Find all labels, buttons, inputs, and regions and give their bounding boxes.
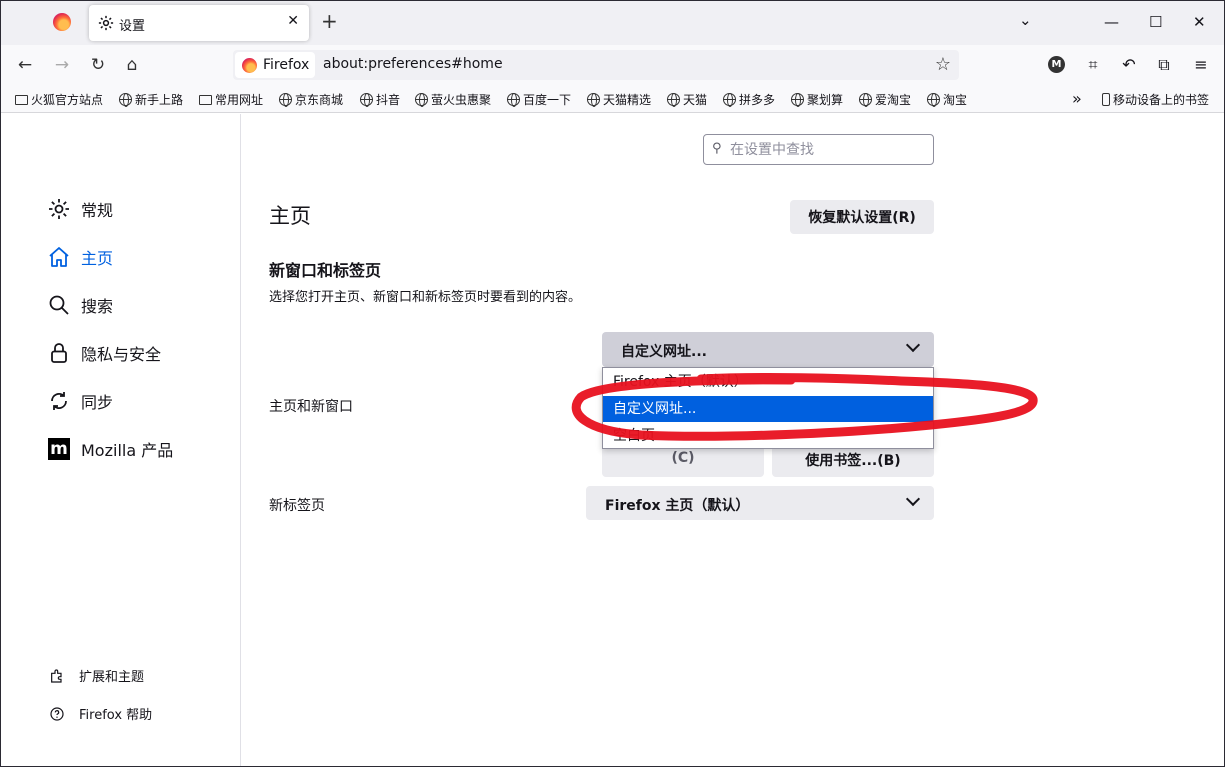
- url-text[interactable]: about:preferences#home: [323, 56, 503, 72]
- search-icon: [49, 295, 69, 315]
- mozilla-icon: m: [47, 437, 71, 461]
- category-home[interactable]: 主页: [47, 245, 113, 269]
- identity-box[interactable]: Firefox: [235, 52, 315, 78]
- bookmark-item[interactable]: 爱淘宝: [859, 91, 911, 108]
- chevron-down-icon: [905, 337, 921, 353]
- newtab-select-value: Firefox 主页（默认）: [605, 498, 750, 514]
- category-search[interactable]: 搜索: [47, 293, 113, 317]
- navigation-toolbar: ← → ↻ ⌂ Firefox about:preferences#home ☆…: [1, 45, 1224, 85]
- mobile-device-icon: [1102, 93, 1110, 106]
- forward-button[interactable]: →: [52, 55, 72, 75]
- page-title: 主页: [269, 204, 311, 228]
- category-sync[interactable]: 同步: [47, 389, 113, 413]
- identity-label: Firefox: [263, 57, 310, 73]
- help-icon: [50, 706, 64, 721]
- homepage-dropdown: Firefox 主页（默认） 自定义网址... 空白页: [602, 367, 934, 449]
- section-description: 选择您打开主页、新窗口和新标签页时要看到的内容。: [269, 290, 582, 305]
- category-general[interactable]: 常规: [47, 197, 113, 221]
- bookmark-item[interactable]: 天猫精选: [587, 91, 651, 108]
- settings-search[interactable]: ⚲: [703, 134, 934, 165]
- help-link[interactable]: Firefox 帮助: [49, 704, 152, 723]
- bookmark-item[interactable]: 火狐官方站点: [15, 91, 103, 108]
- bookmark-item[interactable]: 新手上路: [119, 91, 183, 108]
- home-icon: [49, 247, 69, 267]
- globe-icon: [791, 93, 804, 107]
- bookmark-item[interactable]: 百度一下: [507, 91, 571, 108]
- addons-link[interactable]: 扩展和主题: [49, 666, 144, 685]
- url-bar[interactable]: Firefox about:preferences#home ☆: [233, 50, 959, 80]
- bookmark-item[interactable]: 京东商城: [279, 91, 343, 108]
- extensions-icon[interactable]: ⧉: [1154, 55, 1174, 75]
- bookmark-item[interactable]: 抖音: [360, 91, 400, 108]
- new-tab-button[interactable]: +: [321, 11, 338, 31]
- close-tab-icon[interactable]: ✕: [287, 13, 299, 29]
- reload-button[interactable]: ↻: [88, 55, 108, 75]
- bookmark-star-icon[interactable]: ☆: [935, 54, 951, 75]
- dropdown-option[interactable]: 空白页: [603, 423, 933, 449]
- search-icon: ⚲: [712, 141, 722, 156]
- globe-icon: [119, 93, 132, 107]
- globe-icon: [859, 93, 872, 107]
- category-mozilla-products[interactable]: m Mozilla 产品: [47, 437, 173, 461]
- puzzle-icon: [51, 668, 62, 683]
- dropdown-option[interactable]: Firefox 主页（默认）: [603, 369, 933, 395]
- lock-icon: [51, 343, 67, 363]
- homepage-label: 主页和新窗口: [269, 399, 353, 415]
- maximize-button[interactable]: ☐: [1149, 13, 1162, 31]
- tab-settings[interactable]: 设置 ✕: [89, 5, 309, 41]
- dropdown-option-selected[interactable]: 自定义网址...: [603, 396, 933, 422]
- mobile-bookmarks[interactable]: 移动设备上的书签: [1102, 91, 1209, 108]
- globe-icon: [415, 93, 428, 107]
- homepage-select[interactable]: 自定义网址...: [602, 332, 934, 367]
- categories-sidebar: 常规 主页 搜索 隐私与安全 同步 m Mozilla 产品 扩展和主题 Fir…: [1, 114, 241, 766]
- sync-icon: [51, 392, 67, 410]
- tab-strip: 设置 ✕ + ⌄ — ☐ ✕: [1, 1, 1224, 45]
- minimize-button[interactable]: —: [1104, 13, 1119, 31]
- firefox-logo-icon: [242, 58, 257, 73]
- window-close-button[interactable]: ✕: [1193, 13, 1206, 31]
- bookmarks-toolbar: 火狐官方站点 新手上路 常用网址 京东商城 抖音 萤火虫惠聚 百度一下 天猫精选…: [1, 85, 1224, 113]
- menu-icon[interactable]: ≡: [1191, 55, 1211, 75]
- back-button[interactable]: ←: [15, 55, 35, 75]
- tab-title: 设置: [119, 19, 146, 34]
- preferences-page: 常规 主页 搜索 隐私与安全 同步 m Mozilla 产品 扩展和主题 Fir…: [1, 114, 1224, 766]
- restore-defaults-button[interactable]: 恢复默认设置(R): [790, 200, 934, 234]
- folder-icon: [15, 94, 28, 105]
- globe-icon: [587, 93, 600, 107]
- globe-icon: [507, 93, 520, 107]
- bookmark-item[interactable]: 聚划算: [791, 91, 843, 108]
- bookmark-item[interactable]: 常用网址: [199, 91, 263, 108]
- globe-icon: [279, 93, 292, 107]
- undo-icon[interactable]: ↶: [1119, 55, 1139, 75]
- chevron-down-icon: [905, 491, 921, 507]
- homepage-select-value: 自定义网址...: [621, 344, 707, 360]
- search-input[interactable]: [730, 139, 925, 160]
- browser-window: 设置 ✕ + ⌄ — ☐ ✕ ← → ↻ ⌂ Firefox about:pre…: [0, 0, 1225, 767]
- globe-icon: [360, 93, 373, 107]
- newtab-select[interactable]: Firefox 主页（默认）: [586, 486, 934, 520]
- account-avatar-icon[interactable]: M: [1048, 56, 1065, 73]
- list-tabs-icon[interactable]: ⌄: [1019, 11, 1032, 29]
- section-heading: 新窗口和标签页: [269, 261, 382, 280]
- screenshot-icon[interactable]: ⌗: [1083, 55, 1103, 75]
- bookmark-item[interactable]: 萤火虫惠聚: [415, 91, 491, 108]
- category-privacy[interactable]: 隐私与安全: [47, 341, 161, 365]
- gear-icon: [98, 15, 114, 31]
- folder-icon: [199, 94, 212, 105]
- bookmark-item[interactable]: 拼多多: [723, 91, 775, 108]
- home-button[interactable]: ⌂: [122, 55, 142, 75]
- globe-icon: [723, 93, 736, 107]
- bookmark-item[interactable]: 淘宝: [927, 91, 967, 108]
- firefox-view-icon[interactable]: [53, 13, 71, 31]
- globe-icon: [927, 93, 940, 107]
- newtab-label: 新标签页: [269, 498, 325, 514]
- gear-icon: [49, 199, 69, 219]
- more-bookmarks-icon[interactable]: »: [1072, 89, 1082, 108]
- globe-icon: [667, 93, 680, 107]
- bookmark-item[interactable]: 天猫: [667, 91, 707, 108]
